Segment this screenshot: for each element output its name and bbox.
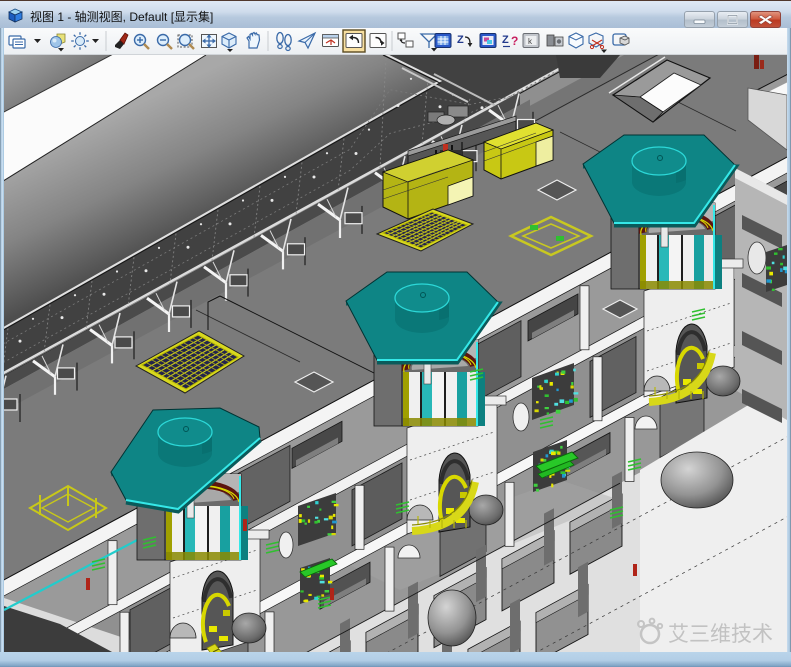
svg-text:?: ? (511, 34, 518, 48)
svg-text:Z: Z (457, 34, 464, 46)
svg-text:Z: Z (502, 34, 509, 46)
svg-text:艾三维技术: 艾三维技术 (668, 623, 773, 646)
